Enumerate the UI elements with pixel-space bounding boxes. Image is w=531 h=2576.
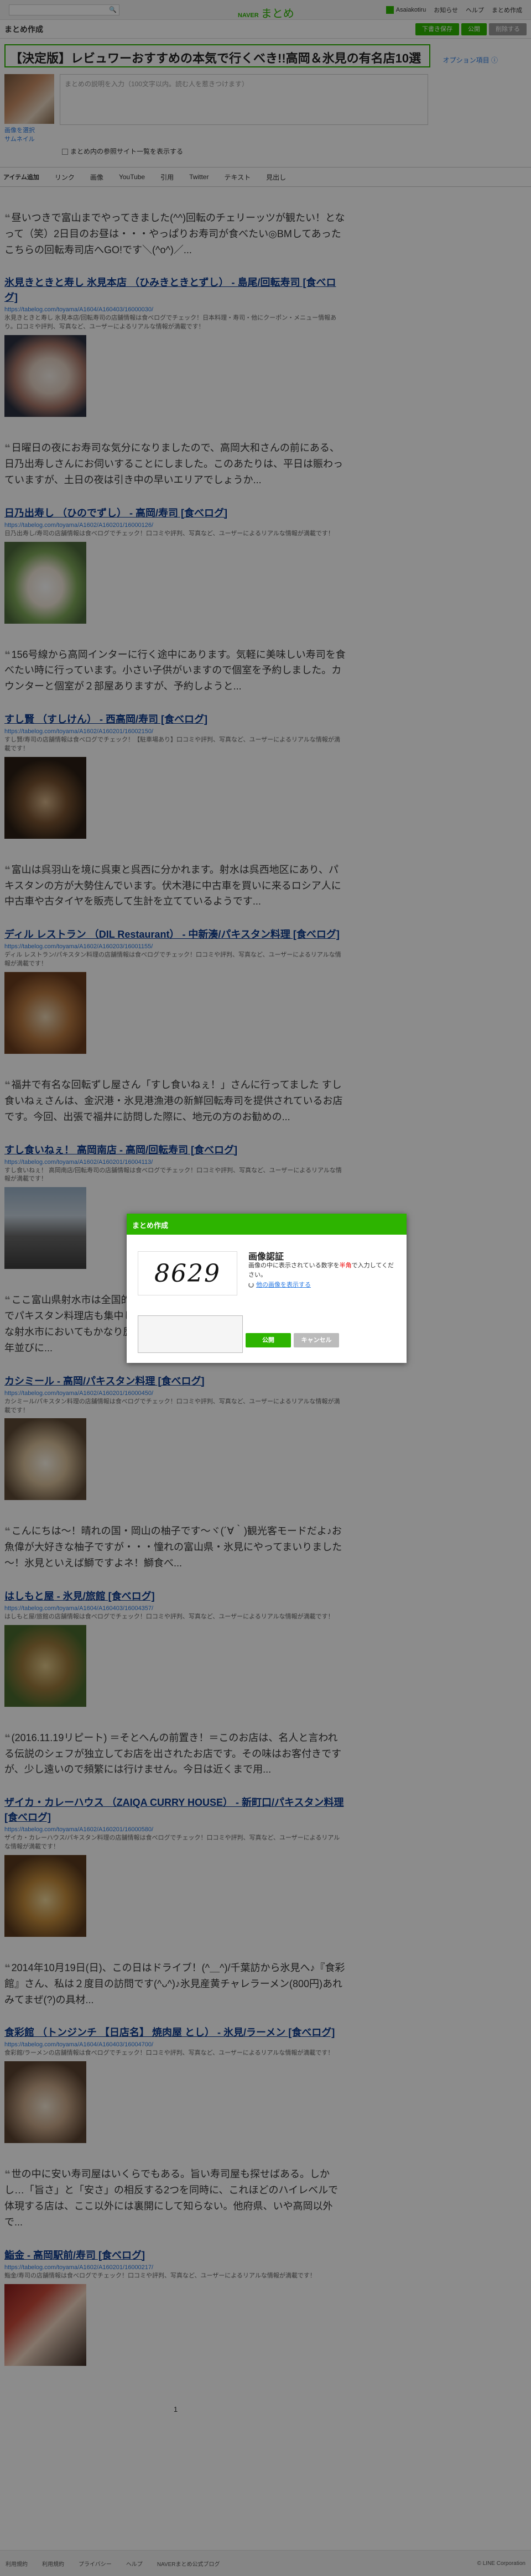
- captcha-title: 画像認証: [248, 1252, 284, 1262]
- captcha-image: 8629: [138, 1251, 237, 1295]
- refresh-icon: [248, 1282, 254, 1288]
- captcha-refresh-link[interactable]: 他の画像を表示する: [248, 1280, 311, 1289]
- captcha-description: 画像の中に表示されている数字を半角で入力してください。: [248, 1262, 394, 1278]
- captcha-modal: まとめ作成 8629 画像認証 画像の中に表示されている数字を半角で入力してくだ…: [127, 1214, 407, 1363]
- captcha-input[interactable]: [138, 1315, 243, 1353]
- captcha-submit-button[interactable]: 公開: [246, 1333, 291, 1347]
- captcha-cancel-button[interactable]: キャンセル: [294, 1333, 339, 1347]
- modal-header: まとめ作成: [127, 1214, 407, 1235]
